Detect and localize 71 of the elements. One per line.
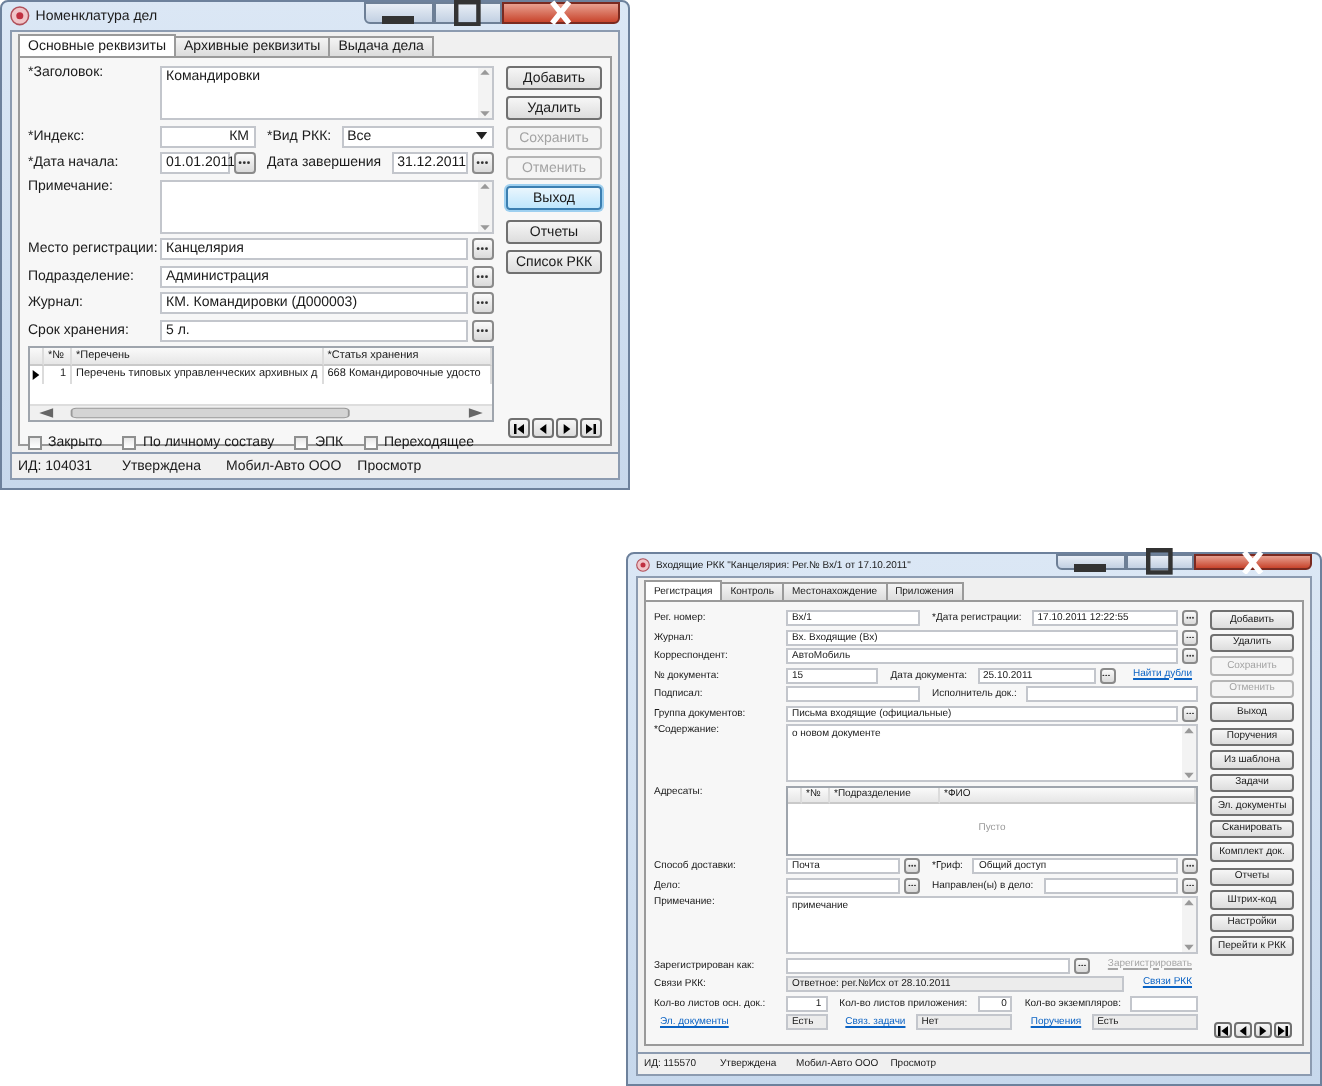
ellipsis-button[interactable] bbox=[472, 152, 494, 174]
maximize-button[interactable] bbox=[433, 2, 503, 24]
ellipsis-button[interactable] bbox=[1099, 667, 1116, 683]
triangle-left-icon bbox=[537, 423, 547, 433]
input-field[interactable] bbox=[1026, 686, 1198, 702]
ellipsis-button[interactable] bbox=[472, 292, 494, 314]
previous-record-button[interactable] bbox=[1233, 1022, 1251, 1038]
skip-to-end-icon bbox=[585, 423, 595, 433]
ellipsis-icon bbox=[476, 327, 490, 333]
next-record-button[interactable] bbox=[555, 418, 577, 438]
app-icon bbox=[10, 6, 30, 26]
ellipsis-button[interactable] bbox=[472, 238, 494, 260]
skip-to-start-icon bbox=[1217, 1025, 1227, 1035]
ellipsis-button[interactable] bbox=[472, 265, 494, 287]
input-field[interactable] bbox=[1130, 995, 1199, 1011]
ellipsis-icon bbox=[237, 160, 251, 166]
scrollbar[interactable] bbox=[1182, 898, 1196, 952]
triangle-right-icon bbox=[561, 423, 571, 433]
close-button[interactable] bbox=[1194, 554, 1312, 570]
row-selector[interactable] bbox=[30, 366, 44, 383]
ellipsis-icon bbox=[476, 246, 490, 252]
scrollbar[interactable] bbox=[1182, 726, 1196, 780]
previous-record-button[interactable] bbox=[531, 418, 553, 438]
header-corner bbox=[788, 787, 802, 804]
triangle-right-icon bbox=[1257, 1025, 1267, 1035]
ellipsis-button[interactable] bbox=[1182, 629, 1198, 645]
ellipsis-button[interactable] bbox=[1182, 858, 1198, 874]
ellipsis-icon bbox=[476, 300, 490, 306]
ellipsis-button[interactable] bbox=[233, 152, 255, 174]
ellipsis-button[interactable] bbox=[1182, 705, 1198, 721]
scrollbar[interactable] bbox=[478, 181, 492, 231]
minimize-button[interactable] bbox=[364, 2, 434, 24]
close-button[interactable] bbox=[502, 2, 620, 24]
ellipsis-icon bbox=[476, 273, 490, 279]
skip-to-start-icon bbox=[513, 423, 523, 433]
header-corner bbox=[30, 348, 44, 367]
first-record-button[interactable] bbox=[1213, 1022, 1231, 1038]
close-icon bbox=[550, 0, 572, 26]
checkbox[interactable] bbox=[122, 435, 137, 449]
first-record-button[interactable] bbox=[507, 418, 529, 438]
close-icon bbox=[1242, 549, 1264, 575]
last-record-button[interactable] bbox=[1273, 1022, 1291, 1038]
triangle-left-icon bbox=[1237, 1025, 1247, 1035]
input-field[interactable] bbox=[786, 686, 920, 702]
ellipsis-button[interactable] bbox=[472, 319, 494, 341]
maximize-button[interactable] bbox=[1125, 554, 1195, 570]
skip-to-end-icon bbox=[1277, 1025, 1287, 1035]
ellipsis-button[interactable] bbox=[1182, 877, 1198, 893]
checkbox[interactable] bbox=[28, 435, 42, 449]
ellipsis-button[interactable] bbox=[904, 858, 920, 874]
ellipsis-button[interactable] bbox=[1073, 957, 1090, 973]
checkbox[interactable] bbox=[294, 435, 309, 449]
ellipsis-button[interactable] bbox=[1182, 648, 1198, 664]
last-record-button[interactable] bbox=[579, 418, 601, 438]
ellipsis-icon bbox=[476, 160, 490, 166]
ellipsis-button[interactable] bbox=[904, 877, 920, 893]
scrollbar[interactable] bbox=[30, 406, 492, 420]
app-icon bbox=[636, 558, 650, 572]
input-field[interactable] bbox=[786, 877, 900, 893]
maximize-icon bbox=[1146, 548, 1174, 576]
input-field[interactable] bbox=[1043, 877, 1178, 893]
input-field[interactable] bbox=[786, 957, 1070, 973]
dropdown-arrow-icon bbox=[476, 132, 488, 140]
maximize-icon bbox=[454, 0, 482, 27]
next-record-button[interactable] bbox=[1253, 1022, 1271, 1038]
ellipsis-button[interactable] bbox=[1182, 610, 1198, 626]
minimize-icon bbox=[382, 15, 415, 24]
scrollbar[interactable] bbox=[478, 68, 492, 118]
checkbox[interactable] bbox=[363, 435, 378, 449]
minimize-button[interactable] bbox=[1056, 554, 1126, 570]
minimize-icon bbox=[1074, 564, 1107, 573]
